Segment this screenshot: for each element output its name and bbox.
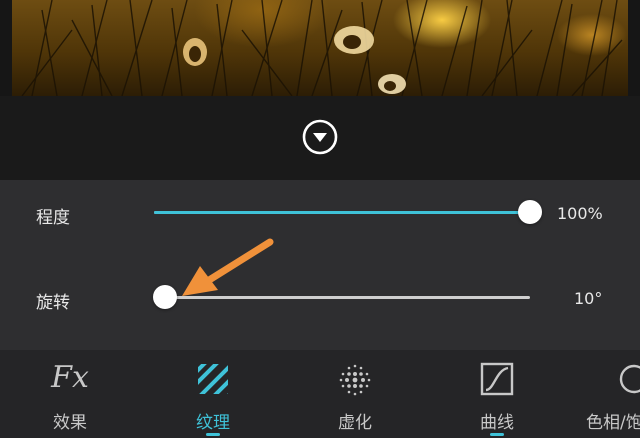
arrow-annotation-icon	[182, 238, 274, 296]
rotation-value: 10°	[574, 289, 603, 308]
photo-preview	[0, 0, 640, 96]
tab-effects-label: 效果	[53, 413, 87, 433]
collapse-panel-button[interactable]	[302, 119, 338, 155]
curve-icon	[480, 362, 514, 396]
rotation-label: 旋转	[36, 293, 70, 313]
strength-label: 程度	[36, 208, 70, 228]
fx-icon: Fx	[51, 360, 89, 395]
tab-hue-saturation[interactable]: 色相/饱	[576, 350, 640, 438]
strength-slider[interactable]	[154, 200, 542, 224]
adjustment-panel: 程度 100% 旋转 10°	[0, 180, 640, 350]
grass-silhouette	[21, 0, 623, 96]
strength-value: 100%	[557, 204, 603, 223]
photo-image	[12, 0, 628, 96]
blur-dots-icon	[339, 364, 371, 396]
strength-slider-fill	[154, 211, 530, 214]
tab-effects[interactable]: Fx 效果	[15, 350, 125, 438]
strength-slider-thumb[interactable]	[518, 200, 542, 224]
active-tab-indicator	[206, 433, 220, 436]
bottom-tab-bar: Fx 效果 纹理 虚化 曲线 色相/饱	[0, 350, 640, 438]
tab-curves[interactable]: 曲线	[442, 350, 552, 438]
tab-curves-label: 曲线	[480, 413, 514, 433]
tab-texture-label: 纹理	[196, 413, 230, 433]
tab-texture[interactable]: 纹理	[158, 350, 268, 438]
tab-blur-label: 虚化	[338, 413, 372, 433]
tab-blur[interactable]: 虚化	[300, 350, 410, 438]
tab-hue-saturation-label: 色相/饱	[586, 413, 640, 433]
texture-stripes-icon	[198, 364, 228, 394]
hue-icon	[619, 364, 640, 394]
chevron-down-circle-icon	[302, 119, 338, 155]
curves-tab-indicator	[490, 433, 504, 436]
